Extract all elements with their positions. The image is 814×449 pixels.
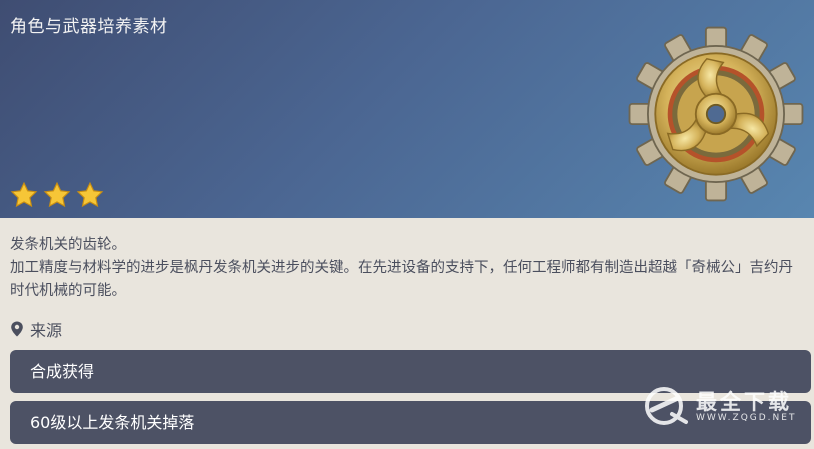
item-description: 发条机关的齿轮。 加工精度与材料学的进步是枫丹发条机关进步的关键。在先进设备的支… xyxy=(10,234,800,303)
site-watermark: 最全下载 WWW.ZQGD.NET xyxy=(640,380,800,432)
star-icon xyxy=(76,181,104,208)
source-label: 来源 xyxy=(30,321,63,340)
item-category: 角色与武器培养素材 xyxy=(10,17,168,37)
star-icon xyxy=(10,181,38,208)
rarity-stars xyxy=(10,181,104,209)
location-pin-icon xyxy=(11,321,23,337)
source-item-label: 合成获得 xyxy=(30,362,95,381)
source-heading: 来源 xyxy=(10,317,62,341)
description-line: 发条机关的齿轮。 xyxy=(10,237,126,253)
watermark-logo-icon xyxy=(645,387,688,425)
watermark-subtitle: WWW.ZQGD.NET xyxy=(696,413,797,423)
description-line: 加工精度与材料学的进步是枫丹发条机关进步的关键。在先进设备的支持下，任何工程师都… xyxy=(10,260,793,299)
gear-icon xyxy=(628,26,804,202)
source-item-label: 60级以上发条机关掉落 xyxy=(30,413,195,432)
item-header: 角色与武器培养素材 xyxy=(0,0,814,218)
watermark-title: 最全下载 xyxy=(696,390,792,414)
star-icon xyxy=(43,181,71,208)
